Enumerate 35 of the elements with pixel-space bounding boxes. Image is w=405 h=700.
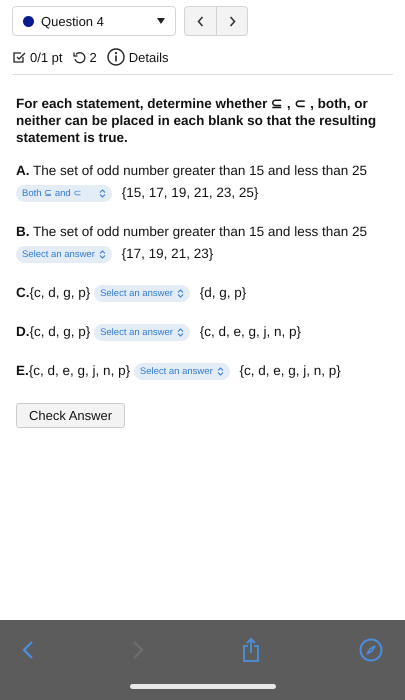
statement-text: A. The set of odd number greater than 15 and less than 25	[16, 163, 367, 178]
up-down-arrows-icon	[176, 288, 184, 298]
set-text: {c, d, e, g, j, n, p}	[200, 324, 302, 339]
set-text: {d, g, p}	[200, 285, 246, 300]
details-link[interactable]: Details	[128, 50, 169, 64]
set-text: {c, d, e, g, j, n, p}	[240, 363, 341, 378]
chevron-left-icon	[197, 16, 204, 26]
answer-select[interactable]: Select an answer	[16, 246, 112, 263]
answer-select[interactable]: Both ⊆ and ⊂	[16, 184, 112, 202]
statement-text: B. The set of odd number greater than 15 and less than 25	[16, 224, 367, 239]
statement-text: D.{c, d, g, p}	[16, 324, 90, 339]
answer-select[interactable]: Select an answer	[134, 362, 230, 380]
set-text: {17, 19, 21, 23}	[122, 246, 214, 261]
compass-icon[interactable]	[358, 638, 383, 662]
set-text: {15, 17, 19, 21, 23, 25}	[122, 185, 258, 200]
answer-select[interactable]: Select an answer	[94, 284, 190, 302]
question-dropdown[interactable]: Question 4	[12, 6, 176, 36]
attempts-text: 2	[90, 50, 97, 64]
answer-select[interactable]: Select an answer	[94, 324, 190, 341]
share-icon[interactable]	[241, 637, 262, 663]
up-down-arrows-icon	[216, 366, 224, 376]
caret-icon	[157, 18, 165, 24]
points-text: 0/1 pt	[30, 50, 63, 64]
up-down-arrows-icon	[176, 328, 184, 337]
instructions-text: For each statement, determine whether ⊆ , ⊂ , both, or neither can be placed in each blank so that the resulting statement is true.	[16, 95, 378, 146]
back-icon[interactable]	[22, 640, 34, 660]
info-icon	[106, 48, 125, 66]
up-down-arrows-icon	[99, 188, 106, 198]
checkbox-icon	[12, 50, 26, 64]
statement-text: E.{c, d, e, g, j, n, p}	[16, 363, 130, 378]
check-answer-button[interactable]: Check Answer	[16, 403, 126, 428]
up-down-arrows-icon	[98, 250, 106, 259]
retry-icon	[72, 50, 86, 64]
statement-text: C.{c, d, g, p}	[16, 285, 90, 300]
chevron-right-icon	[228, 16, 236, 26]
